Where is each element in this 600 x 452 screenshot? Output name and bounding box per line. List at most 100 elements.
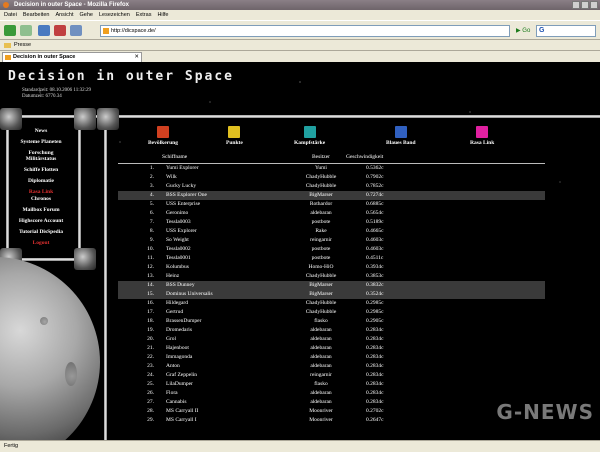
nav-news[interactable]: News (14, 128, 68, 134)
owner-cell: BigMarser (309, 291, 333, 297)
category-label: Bevölkerung (148, 140, 178, 146)
nav-forschung[interactable]: Forschung Militärstatus (14, 150, 68, 162)
speed-cell: 0.7274c (366, 192, 384, 198)
rank-cell: 21. (147, 345, 154, 351)
category-blaues-band[interactable]: Blaues Band (386, 126, 416, 146)
rank-cell: 22. (147, 354, 154, 360)
ship-name-cell: USS Enterprise (166, 201, 201, 207)
home-icon[interactable] (70, 25, 82, 36)
close-window-button[interactable] (590, 1, 598, 9)
url-input[interactable]: http://dicspace.de/ (100, 25, 510, 37)
dice-icon (228, 126, 241, 138)
owner-cell: aldebaran (310, 354, 332, 360)
reload-icon[interactable] (38, 25, 50, 36)
speed-cell: 0.2834c (366, 390, 384, 396)
rank-cell: 24. (147, 372, 154, 378)
rank-cell: 19. (147, 327, 154, 333)
table-row: 14. BSS Dunney BigMarser 0.3832c (118, 281, 545, 290)
menu-lesezeichen[interactable]: Lesezeichen (99, 10, 130, 20)
category-kampfstaerke[interactable]: Kampfstärke (294, 126, 325, 146)
category-label: Blaues Band (386, 140, 416, 146)
ship-name-cell: BSS Explorer One (166, 192, 207, 198)
menu-datei[interactable]: Datei (4, 10, 17, 20)
nav-systeme-planeten[interactable]: Systeme Planeten (14, 139, 68, 145)
menu-bearbeiten[interactable]: Bearbeiten (23, 10, 50, 20)
status-text: Fertig (4, 443, 19, 449)
url-text: http://dicspace.de/ (111, 28, 156, 34)
table-header: Schiffname Besitzer Geschwindigkeit (118, 154, 545, 164)
maximize-button[interactable] (581, 1, 589, 9)
nav-mailbox-forum[interactable]: Mailbox Forum (14, 207, 68, 213)
category-punkte[interactable]: Punkte (226, 126, 243, 146)
window-title-bar: Decision in outer Space - Mozilla Firefo… (0, 0, 600, 10)
owner-cell: aldebaran (310, 390, 332, 396)
nav-logout[interactable]: Logout (14, 240, 68, 246)
owner-cell: Rothardor (309, 201, 333, 207)
owner-cell: Moonriver (309, 417, 333, 423)
standard-time-label: Standardzeit: (22, 88, 49, 93)
speed-cell: 0.5362c (366, 165, 384, 171)
table-row: 4. BSS Explorer One BigMarser 0.7274c (118, 191, 545, 200)
table-row: 3. Gucky Lucky ChadyHubble 0.7852c (118, 182, 545, 191)
population-icon (156, 126, 169, 138)
rank-cell: 12. (147, 264, 154, 270)
ship-name-cell: Wilk (166, 174, 177, 180)
rank-cell: 17. (147, 309, 154, 315)
close-tab-icon[interactable]: ✕ (134, 53, 139, 62)
time-info: Standardzeit: 08.10.2006 11:32:29 Datumz… (22, 88, 91, 100)
date-time-value: 6770.34 (45, 94, 62, 99)
table-body: 1. Yumi Explorer Yumi 0.5362c 2. Wilk ChadyHub… (118, 164, 545, 425)
owner-cell: aldebaran (310, 363, 332, 369)
nav-tutorial[interactable]: Tutorial DisSpedia (14, 229, 68, 235)
tab-label: Decision in outer Space (13, 54, 76, 60)
nav-diplomatie[interactable]: Diplomatie (14, 178, 68, 184)
speed-cell: 0.2834c (366, 372, 384, 378)
owner-cell: BigMarser (309, 282, 333, 288)
header-geschwindigkeit[interactable]: Geschwindigkeit (346, 154, 383, 160)
owner-cell: reingarnir (310, 372, 332, 378)
rank-cell: 3. (149, 183, 154, 189)
speed-cell: 0.7902c (366, 174, 384, 180)
ranking-table: Schiffname Besitzer Geschwindigkeit 1. Yu… (118, 154, 545, 425)
forward-icon[interactable] (20, 25, 32, 36)
stop-icon[interactable] (54, 25, 66, 36)
menu-ansicht[interactable]: Ansicht (55, 10, 73, 20)
nav-schiffe-flotten[interactable]: Schiffe Flotten (14, 167, 68, 173)
nav-rasa-link[interactable]: Rasa Link (14, 189, 68, 195)
nav-highscore-account[interactable]: Highscore Account (14, 218, 68, 224)
bookmark-presse[interactable]: Presse (14, 42, 31, 48)
speed-cell: 0.3524c (366, 291, 384, 297)
content-frame-bar (104, 118, 107, 440)
menu-hilfe[interactable]: Hilfe (157, 10, 168, 20)
owner-cell: postbote (311, 246, 331, 252)
speed-cell: 0.5654c (366, 210, 384, 216)
category-rasa-link[interactable]: Rasa Link (470, 126, 494, 146)
table-row: 7. Tessla0003 postbote 0.5189c (118, 218, 545, 227)
rank-cell: 4. (149, 192, 154, 198)
table-row: 9. So Weight reingarnir 0.4603c (118, 236, 545, 245)
tab-favicon (5, 55, 11, 60)
menu-gehe[interactable]: Gehe (80, 10, 93, 20)
go-button[interactable]: ▶ Go (516, 25, 532, 37)
search-input[interactable]: G (536, 25, 596, 37)
back-icon[interactable] (4, 25, 16, 36)
minimize-button[interactable] (572, 1, 580, 9)
speed-cell: 0.2834c (366, 381, 384, 387)
bookmarks-bar: Presse (0, 40, 600, 51)
speed-cell: 0.3832c (366, 282, 384, 288)
site-logo: Decision in outer Space (8, 69, 235, 84)
table-row: 25. LilaDumper flasko 0.2834c (118, 380, 545, 389)
tab-dicspace[interactable]: Decision in outer Space ✕ (2, 52, 142, 62)
nav-chronos[interactable]: Chronos (14, 196, 68, 202)
header-schiffname[interactable]: Schiffname (162, 154, 187, 160)
page-content: Decision in outer Space Standardzeit: 08… (0, 62, 600, 440)
category-bevoelkerung[interactable]: Bevölkerung (148, 126, 178, 146)
menu-extras[interactable]: Extras (136, 10, 152, 20)
ship-name-cell: Tessla0003 (166, 219, 191, 225)
ship-name-cell: MS Carryall I (166, 417, 197, 423)
speed-cell: 0.2834c (366, 327, 384, 333)
standard-time-value: 08.10.2006 11:32:29 (49, 88, 91, 93)
ship-name-cell: Heinz (166, 273, 180, 279)
tab-bar: Decision in outer Space ✕ (0, 51, 600, 62)
owner-cell: Yumi (315, 165, 327, 171)
